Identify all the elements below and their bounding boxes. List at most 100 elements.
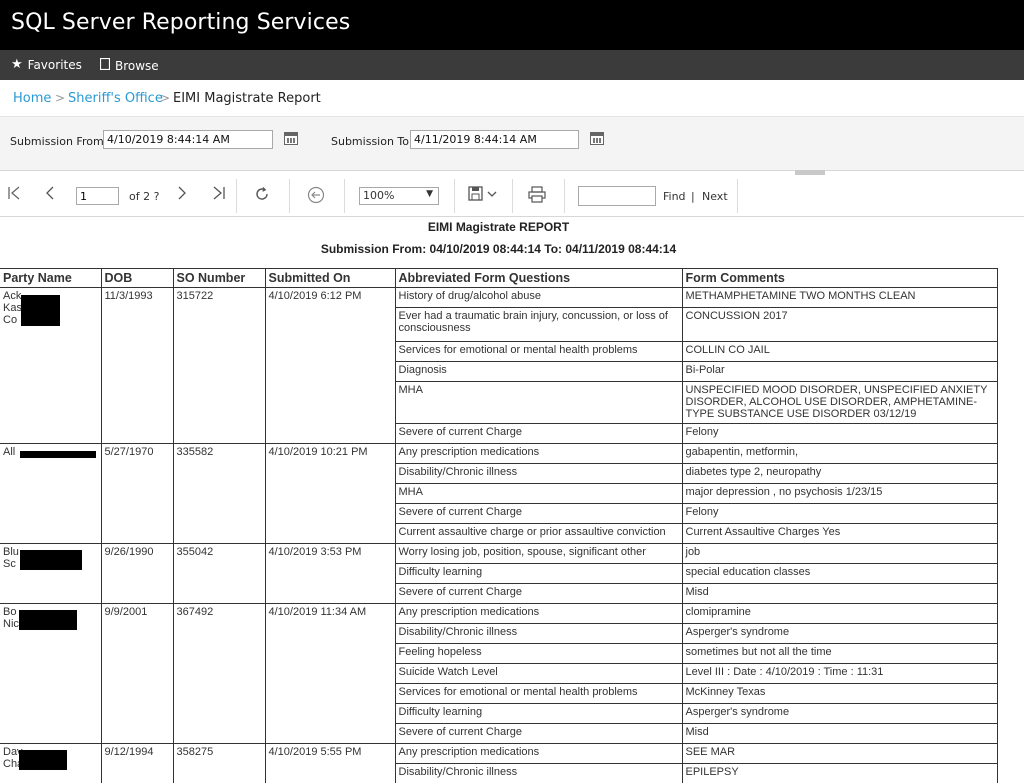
find-input[interactable] (578, 186, 656, 206)
page-count-label: of 2 ? (129, 190, 160, 203)
breadcrumb-current: EIMI Magistrate Report (173, 91, 321, 106)
dob-cell: 9/12/1994 (100, 743, 174, 783)
submission-from-label: Submission From: (10, 135, 108, 148)
calendar-icon[interactable] (284, 132, 298, 145)
form-question-cell: Any prescription medications (394, 603, 683, 624)
submitted-on-cell: 4/10/2019 11:34 AM (264, 603, 396, 744)
so-number-cell: 358275 (172, 743, 266, 783)
toolbar-divider (344, 179, 345, 213)
first-page-icon[interactable] (7, 186, 21, 204)
so-number-cell: 367492 (172, 603, 266, 744)
dob-cell: 9/9/2001 (100, 603, 174, 744)
column-header: Submitted On (264, 268, 396, 288)
browse-link[interactable]: Browse (99, 57, 159, 73)
form-question-cell: Services for emotional or mental health … (394, 683, 683, 704)
parameters-pane: Submission From: Submission To: (0, 117, 1024, 171)
form-comment-cell: McKinney Texas (681, 683, 998, 704)
zoom-select[interactable]: 100% ▼ (359, 187, 439, 205)
submission-to-input[interactable] (410, 130, 579, 149)
previous-page-icon[interactable] (45, 186, 55, 204)
form-question-cell: Any prescription medications (394, 743, 683, 764)
table-row: All 5/27/1970 335582 4/10/2019 10:21 PM Any … (0, 443, 998, 544)
party-name-cell: All (0, 443, 102, 544)
redaction-block (20, 550, 82, 570)
table-row: Bo Nic 9/9/2001 367492 4/10/2019 11:34 AM An… (0, 603, 998, 744)
table-row: Blu Sc 9/26/1990 355042 4/10/2019 3:53 PM Wo… (0, 543, 998, 604)
report-body: EIMI Magistrate REPORT Submission From: … (0, 217, 1024, 783)
report-table: Party Name DOB SO Number Submitted On Ab… (0, 268, 998, 783)
calendar-icon[interactable] (590, 132, 604, 145)
column-header: SO Number (172, 268, 266, 288)
party-name-cell: Blu Sc (0, 543, 102, 604)
redaction-block (19, 610, 77, 630)
column-header: DOB (100, 268, 174, 288)
party-name-cell: Bo Nic (0, 603, 102, 744)
next-page-icon[interactable] (177, 186, 187, 204)
submission-from-input[interactable] (103, 130, 273, 149)
form-comment-cell: Felony (681, 423, 998, 444)
favorites-link[interactable]: ★ Favorites (11, 58, 82, 72)
redaction-block (19, 750, 67, 770)
dob-cell: 9/26/1990 (100, 543, 174, 604)
breadcrumb-sheriffs-office[interactable]: Sheriff's Office (68, 91, 163, 106)
back-to-parent-icon[interactable] (307, 186, 325, 208)
toolbar-divider (236, 179, 237, 213)
form-question-cell: Severe of current Charge (394, 583, 683, 604)
page-number-input[interactable] (76, 187, 119, 205)
form-comment-cell: COLLIN CO JAIL (681, 341, 998, 362)
submitted-on-cell: 4/10/2019 6:12 PM (264, 287, 396, 444)
app-title: SQL Server Reporting Services (11, 10, 351, 35)
form-question-cell: Worry losing job, position, spouse, sign… (394, 543, 683, 564)
form-comment-cell: Level III : Date : 4/10/2019 : Time : 11… (681, 663, 998, 684)
form-comment-cell: Misd (681, 723, 998, 744)
refresh-icon[interactable] (254, 186, 270, 206)
form-comment-cell: Felony (681, 503, 998, 524)
table-header-row: Party Name DOB SO Number Submitted On Ab… (0, 268, 998, 288)
form-comment-cell: Misd (681, 583, 998, 604)
form-question-cell: History of drug/alcohol abuse (394, 287, 683, 308)
form-question-cell: Difficulty learning (394, 703, 683, 724)
form-comment-cell: SEE MAR (681, 743, 998, 764)
redaction-block (20, 451, 96, 458)
favorites-label: Favorites (27, 58, 82, 72)
report-subtitle: Submission From: 04/10/2019 08:44:14 To:… (320, 242, 677, 256)
find-next-button[interactable]: Next (702, 190, 728, 203)
form-question-cell: Feeling hopeless (394, 643, 683, 664)
form-comment-cell: job (681, 543, 998, 564)
form-comment-cell: gabapentin, metformin, (681, 443, 998, 464)
dob-cell: 5/27/1970 (100, 443, 174, 544)
redaction-block (21, 295, 60, 326)
toolbar-divider (454, 179, 455, 213)
table-row: Dav Cha 9/12/1994 358275 4/10/2019 5:55 PM A… (0, 743, 998, 783)
form-comment-cell: clomipramine (681, 603, 998, 624)
so-number-cell: 315722 (172, 287, 266, 444)
form-question-cell: Diagnosis (394, 361, 683, 382)
form-question-cell: MHA (394, 381, 683, 424)
submitted-on-cell: 4/10/2019 5:55 PM (264, 743, 396, 783)
star-icon: ★ (11, 57, 23, 72)
toolbar-divider (289, 179, 290, 213)
form-comment-cell: special education classes (681, 563, 998, 584)
form-question-cell: Disability/Chronic illness (394, 763, 683, 783)
document-icon (99, 57, 111, 73)
form-comment-cell: Asperger's syndrome (681, 703, 998, 724)
export-save-icon[interactable] (468, 186, 500, 206)
find-button[interactable]: Find (663, 190, 686, 203)
form-question-cell: Disability/Chronic illness (394, 463, 683, 484)
report-toolbar: of 2 ? 100% ▼ Find | Next (0, 175, 1024, 217)
form-question-cell: Severe of current Charge (394, 723, 683, 744)
toolbar-divider (512, 179, 513, 213)
so-number-cell: 335582 (172, 443, 266, 544)
last-page-icon[interactable] (212, 186, 226, 204)
toolbar-divider (737, 179, 738, 213)
print-icon[interactable] (528, 186, 546, 207)
nav-bar: ★ Favorites Browse (0, 50, 1024, 80)
form-question-cell: MHA (394, 483, 683, 504)
chevron-right-icon: > (55, 91, 66, 105)
form-comment-cell: Current Assaultive Charges Yes (681, 523, 998, 544)
form-comment-cell: METHAMPHETAMINE TWO MONTHS CLEAN (681, 287, 998, 308)
form-question-cell: Any prescription medications (394, 443, 683, 464)
breadcrumb-home[interactable]: Home (13, 91, 51, 106)
submitted-on-cell: 4/10/2019 10:21 PM (264, 443, 396, 544)
column-header: Form Comments (681, 268, 998, 288)
